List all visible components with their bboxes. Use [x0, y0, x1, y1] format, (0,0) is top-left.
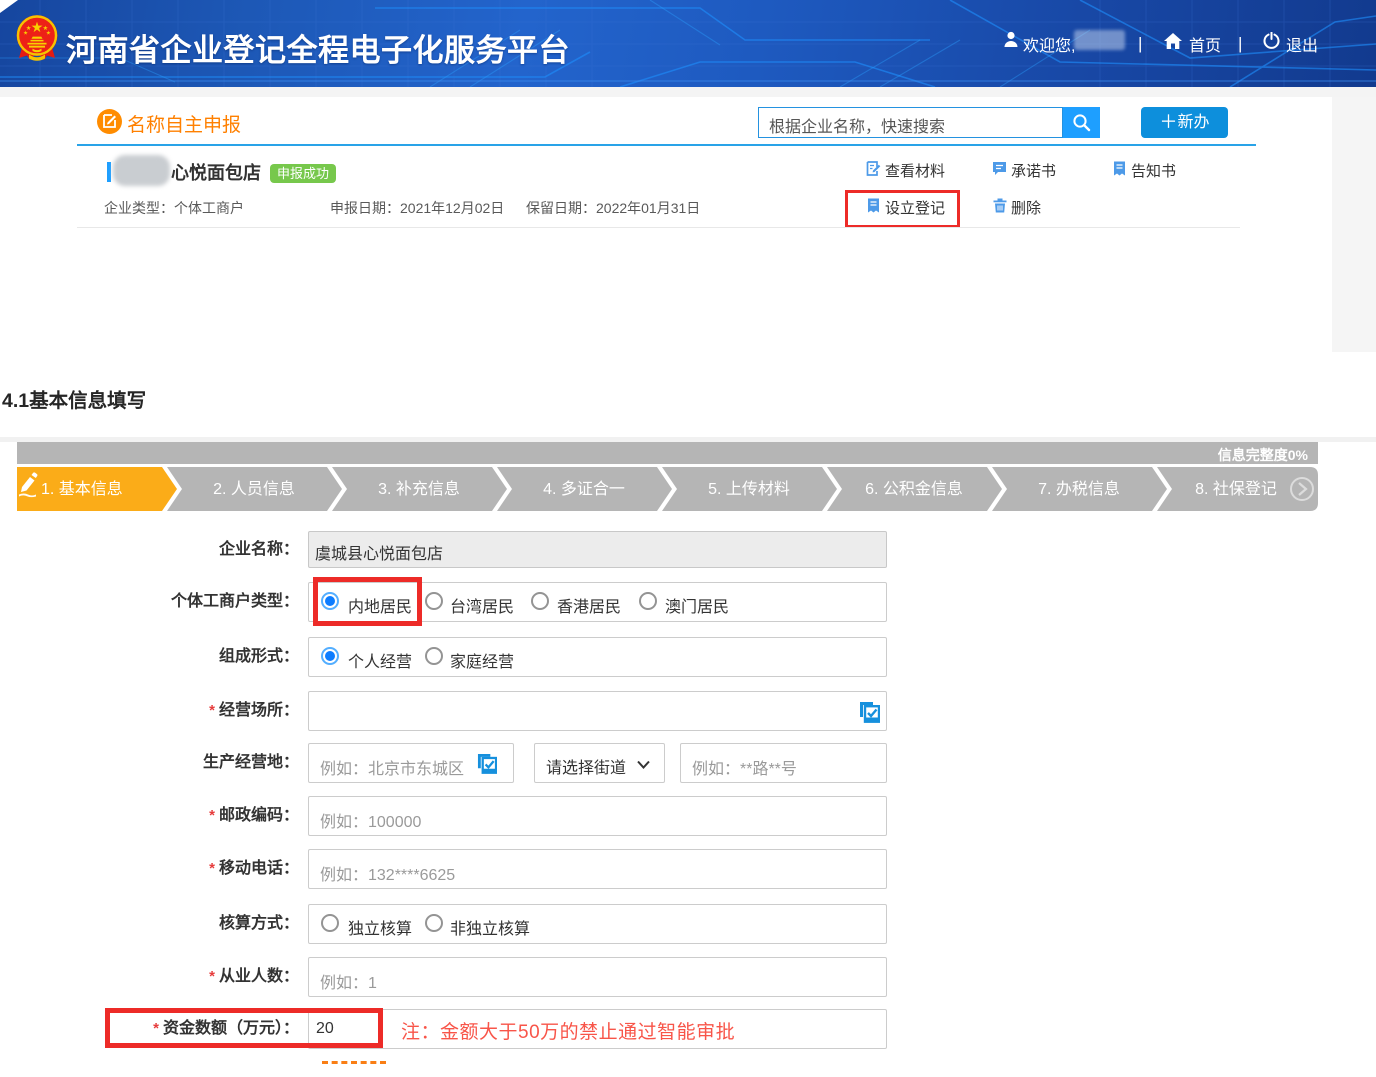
svg-text:8. 社保登记: 8. 社保登记: [1195, 480, 1277, 498]
svg-text:3. 补充信息: 3. 补充信息: [378, 480, 460, 498]
svg-text:2. 人员信息: 2. 人员信息: [213, 480, 295, 498]
svg-text:5. 上传材料: 5. 上传材料: [708, 480, 790, 498]
svg-text:1. 基本信息: 1. 基本信息: [41, 480, 123, 498]
svg-text:6. 公积金信息: 6. 公积金信息: [865, 480, 963, 498]
svg-text:4. 多证合一: 4. 多证合一: [543, 480, 625, 498]
svg-text:7. 办税信息: 7. 办税信息: [1038, 480, 1120, 498]
